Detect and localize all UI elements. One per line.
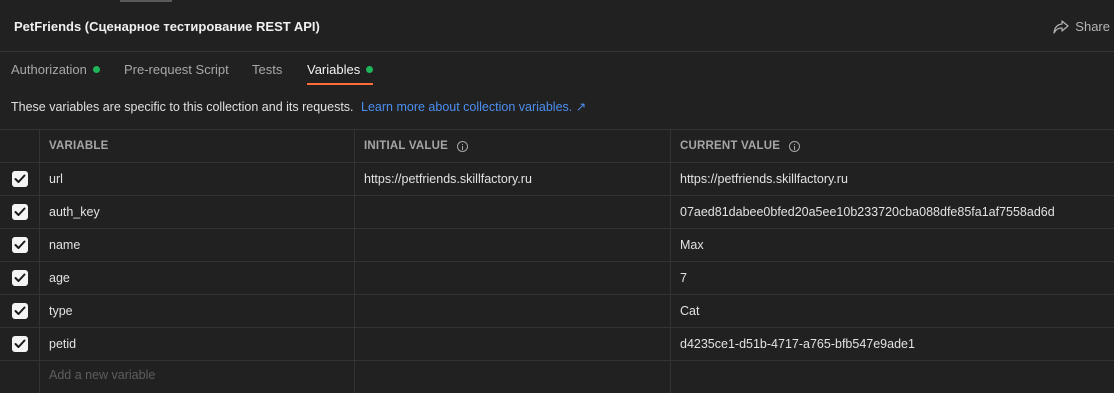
variable-name-cell[interactable]: auth_key (40, 196, 355, 228)
add-variable-input[interactable]: Add a new variable (40, 361, 355, 393)
info-icon[interactable] (789, 140, 801, 152)
row-checkbox[interactable] (11, 171, 28, 187)
table-row: type Cat (0, 294, 1114, 327)
checkmark-icon (14, 207, 25, 216)
current-value: https://petfriends.skillfactory.ru (680, 172, 848, 186)
variable-name-cell[interactable]: age (40, 262, 355, 294)
tab-label: Pre-request Script (124, 62, 229, 77)
current-value: Max (680, 238, 704, 252)
row-checkbox[interactable] (11, 303, 28, 319)
row-checkbox-cell (0, 229, 40, 261)
variables-description: These variables are specific to this col… (11, 99, 586, 114)
variable-name: age (49, 271, 70, 285)
header-checkbox-cell (0, 130, 40, 162)
variable-name-cell[interactable]: type (40, 295, 355, 327)
tab-pre-request-script[interactable]: Pre-request Script (124, 62, 229, 77)
collection-title: PetFriends (Сценарное тестирование REST … (14, 19, 320, 34)
empty-cell[interactable] (355, 361, 671, 393)
variable-name: name (49, 238, 81, 252)
add-variable-row: Add a new variable (0, 360, 1114, 393)
table-header: VARIABLE INITIAL VALUE CURRENT VALUE (0, 129, 1114, 162)
collection-tabs: Authorization Pre-request Script Tests V… (0, 52, 1114, 88)
variable-name: type (49, 304, 73, 318)
status-dot (92, 66, 100, 73)
current-value: 07aed81dabee0bfed20a5ee10b233720cba088df… (680, 205, 1055, 219)
tab-authorization[interactable]: Authorization (11, 62, 100, 77)
tab-label: Authorization (11, 62, 87, 77)
variable-name-cell[interactable]: name (40, 229, 355, 261)
top-tab-indicator (120, 0, 172, 2)
variable-name: auth_key (49, 205, 100, 219)
row-checkbox-cell (0, 328, 40, 360)
row-checkbox-cell (0, 262, 40, 294)
row-checkbox[interactable] (11, 204, 28, 220)
add-variable-placeholder: Add a new variable (49, 368, 156, 382)
row-checkbox[interactable] (11, 270, 28, 286)
current-value-cell[interactable]: 7 (671, 262, 1114, 294)
checkmark-icon (14, 174, 25, 183)
table-row: url https://petfriends.skillfactory.ru h… (0, 162, 1114, 195)
current-value-cell[interactable]: d4235ce1-d51b-4717-a765-bfb547e9ade1 (671, 328, 1114, 360)
initial-value-cell[interactable] (355, 295, 671, 327)
variable-name: petid (49, 337, 77, 351)
status-dot (366, 66, 374, 73)
initial-value-cell[interactable] (355, 229, 671, 261)
row-checkbox[interactable] (11, 336, 28, 352)
initial-value-cell[interactable] (355, 262, 671, 294)
current-value: 7 (680, 271, 687, 285)
empty-cell (0, 361, 40, 393)
tab-tests[interactable]: Tests (252, 62, 282, 77)
current-value-cell[interactable]: https://petfriends.skillfactory.ru (671, 163, 1114, 195)
table-row: auth_key 07aed81dabee0bfed20a5ee10b23372… (0, 195, 1114, 228)
row-checkbox[interactable] (11, 237, 28, 253)
description-text: These variables are specific to this col… (11, 100, 354, 114)
table-row: age 7 (0, 261, 1114, 294)
tab-variables[interactable]: Variables (307, 62, 374, 77)
initial-value-cell[interactable] (355, 196, 671, 228)
variable-name-cell[interactable]: petid (40, 328, 355, 360)
initial-value: https://petfriends.skillfactory.ru (364, 172, 532, 186)
checkmark-icon (14, 240, 25, 249)
initial-value-cell[interactable]: https://petfriends.skillfactory.ru (355, 163, 671, 195)
variable-name-cell[interactable]: url (40, 163, 355, 195)
tab-label: Variables (307, 62, 361, 77)
collection-header: PetFriends (Сценарное тестирование REST … (0, 0, 1114, 52)
column-label: CURRENT VALUE (680, 140, 781, 152)
info-icon[interactable] (456, 140, 468, 152)
initial-value-cell[interactable] (355, 328, 671, 360)
current-value-cell[interactable]: Max (671, 229, 1114, 261)
share-icon (1053, 19, 1069, 34)
variables-table: VARIABLE INITIAL VALUE CURRENT VALUE url… (0, 129, 1114, 393)
current-value: d4235ce1-d51b-4717-a765-bfb547e9ade1 (680, 337, 915, 351)
empty-cell[interactable] (671, 361, 1114, 393)
row-checkbox-cell (0, 196, 40, 228)
row-checkbox-cell (0, 295, 40, 327)
table-row: name Max (0, 228, 1114, 261)
row-checkbox-cell (0, 163, 40, 195)
share-button[interactable]: Share (1053, 19, 1110, 34)
column-header-variable: VARIABLE (40, 130, 355, 162)
column-label: VARIABLE (49, 140, 109, 152)
tab-label: Tests (252, 62, 283, 77)
column-header-current-value: CURRENT VALUE (671, 130, 1114, 162)
table-row: petid d4235ce1-d51b-4717-a765-bfb547e9ad… (0, 327, 1114, 360)
variable-name: url (49, 172, 63, 186)
current-value-cell[interactable]: 07aed81dabee0bfed20a5ee10b233720cba088df… (671, 196, 1114, 228)
current-value: Cat (680, 304, 700, 318)
active-tab-indicator (307, 83, 373, 85)
learn-more-link[interactable]: Learn more about collection variables. ↗ (361, 100, 586, 114)
checkmark-icon (14, 273, 25, 282)
checkmark-icon (14, 306, 25, 315)
current-value-cell[interactable]: Cat (671, 295, 1114, 327)
share-label: Share (1075, 19, 1110, 34)
column-header-initial-value: INITIAL VALUE (355, 130, 671, 162)
column-label: INITIAL VALUE (364, 140, 448, 152)
checkmark-icon (14, 339, 25, 348)
